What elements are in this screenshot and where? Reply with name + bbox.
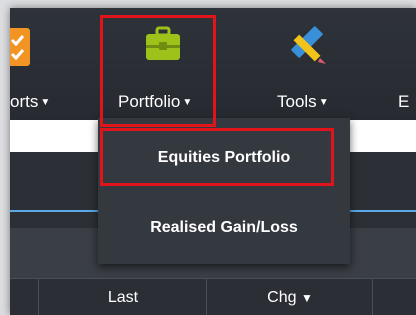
reports-icon <box>10 24 32 75</box>
nav-next-item[interactable]: E <box>382 8 416 120</box>
chevron-down-icon: ▼ <box>40 97 51 108</box>
menu-item-realised-gain-loss[interactable]: Realised Gain/Loss <box>98 204 350 252</box>
nav-next-label: E <box>398 92 410 111</box>
sort-down-icon: ▼ <box>300 291 313 305</box>
table-header: Last Chg ▼ <box>10 278 416 315</box>
column-header-next <box>372 279 416 315</box>
nav-reports-label: orts <box>10 92 39 111</box>
equities-highlight-box <box>100 128 334 186</box>
app-window: orts ▼ Portfolio ▼ Tools ▼ E Last Chg ▼ … <box>10 8 416 315</box>
tools-icon <box>286 22 328 71</box>
nav-reports[interactable]: orts ▼ <box>10 8 90 120</box>
nav-tools-label: Tools <box>277 92 317 111</box>
column-header-chg[interactable]: Chg ▼ <box>206 279 373 315</box>
nav-tools[interactable]: Tools ▼ <box>268 8 348 120</box>
column-header-last[interactable]: Last <box>38 279 207 315</box>
chevron-down-icon: ▼ <box>318 97 329 108</box>
portfolio-highlight-box <box>100 15 216 127</box>
